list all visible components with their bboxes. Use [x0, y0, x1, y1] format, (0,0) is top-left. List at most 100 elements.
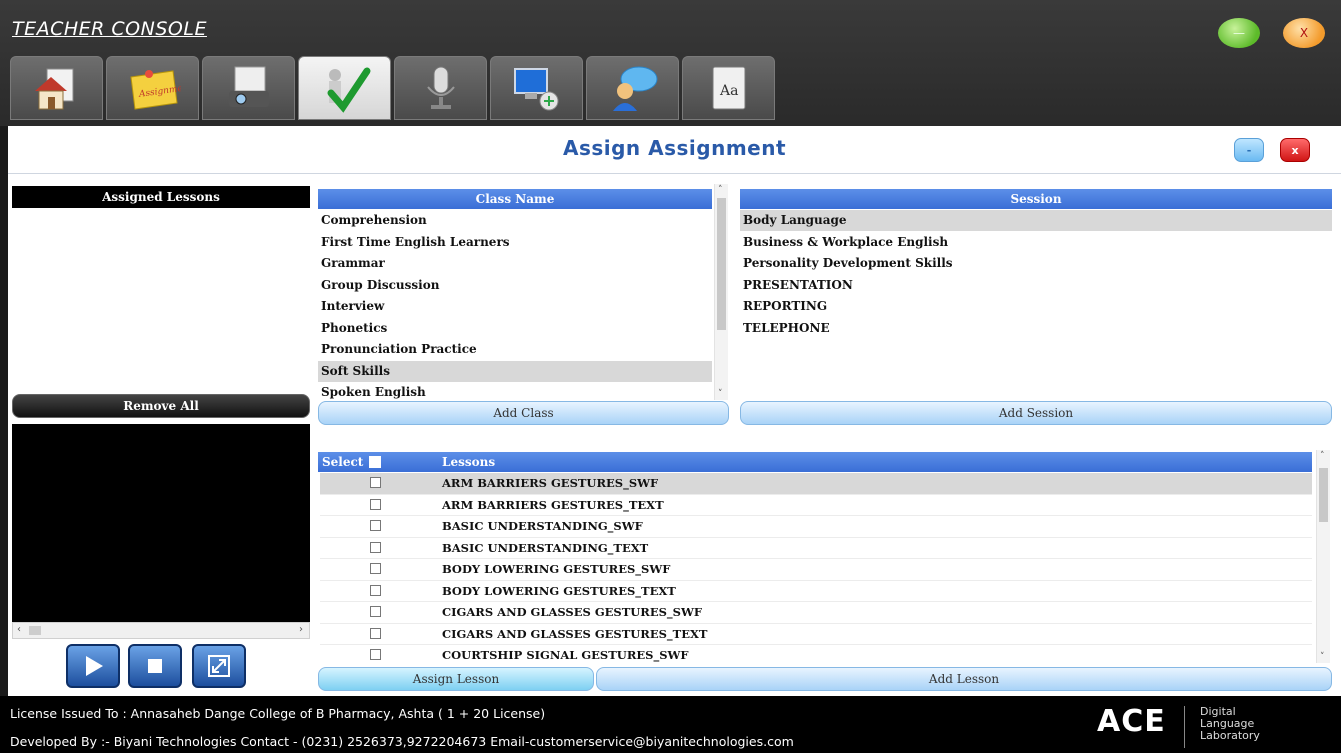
- lesson-name: CIGARS AND GLASSES GESTURES_SWF: [442, 605, 703, 619]
- lesson-checkbox[interactable]: [370, 606, 381, 617]
- add-lesson-button[interactable]: Add Lesson: [596, 667, 1332, 691]
- lesson-row[interactable]: BASIC UNDERSTANDING_TEXT: [320, 538, 1312, 559]
- play-button[interactable]: [66, 644, 120, 688]
- projector-icon: [228, 66, 269, 107]
- assignment-note-icon: Assignment: [129, 70, 181, 110]
- lesson-row[interactable]: BODY LOWERING GESTURES_TEXT: [320, 581, 1312, 602]
- window-close-button[interactable]: X: [1283, 18, 1325, 48]
- lesson-checkbox[interactable]: [370, 584, 381, 596]
- footer: License Issued To : Annasaheb Dange Coll…: [0, 696, 1341, 753]
- microphone-icon: [426, 66, 455, 109]
- lesson-name: CIGARS AND GLASSES GESTURES_TEXT: [442, 626, 708, 641]
- lesson-checkbox[interactable]: [370, 563, 381, 574]
- scroll-thumb[interactable]: [717, 198, 726, 330]
- lesson-name: ARM BARRIERS GESTURES_TEXT: [442, 497, 664, 512]
- dictionary-icon: Aa: [712, 66, 745, 110]
- stop-icon: [148, 659, 162, 673]
- class-row[interactable]: Phonetics: [318, 318, 712, 339]
- class-row[interactable]: First Time English Learners: [318, 232, 712, 253]
- chat-user-icon: [612, 66, 657, 111]
- lesson-checkbox[interactable]: [370, 541, 381, 553]
- scroll-down-icon[interactable]: ˅: [1320, 652, 1325, 662]
- video-preview: [12, 424, 310, 622]
- lesson-name: BODY LOWERING GESTURES_SWF: [442, 562, 671, 576]
- class-row[interactable]: Interview: [318, 296, 712, 317]
- lesson-name: BASIC UNDERSTANDING_TEXT: [442, 540, 649, 555]
- session-row[interactable]: PRESENTATION: [740, 275, 1332, 296]
- class-row[interactable]: Pronunciation Practice: [318, 339, 712, 360]
- lesson-checkbox[interactable]: [370, 498, 381, 510]
- tab-chat[interactable]: [586, 56, 679, 120]
- lesson-name: BASIC UNDERSTANDING_SWF: [442, 519, 643, 533]
- lesson-checkbox[interactable]: [370, 627, 381, 639]
- network-computer-icon: [513, 68, 558, 111]
- add-class-button[interactable]: Add Class: [318, 401, 729, 425]
- panel-close-button[interactable]: x: [1280, 138, 1310, 162]
- fullscreen-icon: [208, 655, 230, 677]
- session-row[interactable]: TELEPHONE: [740, 318, 1332, 339]
- class-row[interactable]: Grammar: [318, 253, 712, 274]
- lessons-column-header: Lessons: [442, 455, 496, 469]
- panel-minimize-button[interactable]: -: [1234, 138, 1264, 162]
- scroll-up-icon[interactable]: ˄: [1320, 451, 1325, 461]
- class-name-header: Class Name: [318, 189, 712, 209]
- stop-button[interactable]: [128, 644, 182, 688]
- tab-dictionary[interactable]: Aa: [682, 56, 775, 120]
- logo-subtitle-line: Laboratory: [1200, 729, 1260, 742]
- lesson-name: COURTSHIP SIGNAL GESTURES_SWF: [442, 648, 689, 662]
- lesson-checkbox[interactable]: [370, 649, 381, 660]
- add-session-button[interactable]: Add Session: [740, 401, 1332, 425]
- developer-info: Developed By :- Biyani Technologies Cont…: [10, 734, 794, 749]
- lesson-row[interactable]: CIGARS AND GLASSES GESTURES_TEXT: [320, 624, 1312, 645]
- toolbar-tabs: Assignment Aa: [10, 56, 775, 120]
- scroll-thumb[interactable]: [29, 626, 41, 635]
- logo-divider: [1184, 706, 1185, 748]
- session-row[interactable]: Business & Workplace English: [740, 232, 1332, 253]
- assigned-lessons-header: Assigned Lessons: [12, 186, 310, 208]
- window-minimize-button[interactable]: —: [1218, 18, 1260, 48]
- class-list-scrollbar[interactable]: ˄ ˅: [714, 184, 728, 400]
- lesson-row[interactable]: BODY LOWERING GESTURES_SWF: [320, 559, 1312, 581]
- page-title: Assign Assignment: [562, 136, 787, 160]
- app-title: TEACHER CONSOLE: [12, 18, 207, 40]
- tab-assignment[interactable]: Assignment: [106, 56, 199, 120]
- scroll-down-icon[interactable]: ˅: [718, 389, 723, 399]
- tab-home[interactable]: [10, 56, 103, 120]
- session-row-selected[interactable]: Body Language: [740, 210, 1332, 231]
- tab-microphone[interactable]: [394, 56, 487, 120]
- lessons-header: Select Lessons: [318, 452, 1312, 472]
- tab-projector[interactable]: [202, 56, 295, 120]
- scroll-up-icon[interactable]: ˄: [718, 185, 723, 195]
- video-horizontal-scrollbar[interactable]: ‹ ›: [12, 622, 310, 639]
- lesson-row[interactable]: ARM BARRIERS GESTURES_SWF: [320, 473, 1312, 495]
- class-row-selected[interactable]: Soft Skills: [318, 360, 712, 382]
- lesson-row[interactable]: CIGARS AND GLASSES GESTURES_SWF: [320, 602, 1312, 624]
- class-row[interactable]: Comprehension: [318, 210, 712, 231]
- lesson-row[interactable]: ARM BARRIERS GESTURES_TEXT: [320, 495, 1312, 516]
- fullscreen-button[interactable]: [192, 644, 246, 688]
- assign-lesson-button[interactable]: Assign Lesson: [318, 667, 594, 691]
- session-row[interactable]: REPORTING: [740, 296, 1332, 317]
- assigned-lessons-list[interactable]: [12, 208, 310, 394]
- lesson-row[interactable]: COURTSHIP SIGNAL GESTURES_SWF: [320, 645, 1312, 663]
- checkmark-teacher-icon: [327, 67, 370, 113]
- class-row[interactable]: Group Discussion: [318, 275, 712, 296]
- lesson-checkbox[interactable]: [370, 520, 381, 531]
- remove-all-button[interactable]: Remove All: [12, 394, 310, 418]
- session-row[interactable]: Personality Development Skills: [740, 253, 1332, 274]
- lesson-checkbox[interactable]: [370, 477, 381, 488]
- play-icon: [86, 656, 103, 676]
- scroll-left-icon[interactable]: ‹: [17, 624, 21, 635]
- class-row[interactable]: Spoken English: [318, 382, 712, 400]
- tab-network[interactable]: [490, 56, 583, 120]
- lessons-scrollbar[interactable]: ˄ ˅: [1316, 450, 1330, 663]
- tab-check[interactable]: [298, 56, 391, 120]
- page-header: Assign Assignment - x: [8, 126, 1341, 174]
- select-all-checkbox[interactable]: [369, 456, 381, 468]
- logo-subtitle: Digital Language Laboratory: [1200, 706, 1260, 742]
- scroll-right-icon[interactable]: ›: [299, 624, 303, 635]
- top-bar: TEACHER CONSOLE — X Assignment Aa: [0, 0, 1341, 126]
- lesson-row[interactable]: BASIC UNDERSTANDING_SWF: [320, 516, 1312, 538]
- dictionary-label: Aa: [719, 83, 738, 99]
- scroll-thumb[interactable]: [1319, 468, 1328, 522]
